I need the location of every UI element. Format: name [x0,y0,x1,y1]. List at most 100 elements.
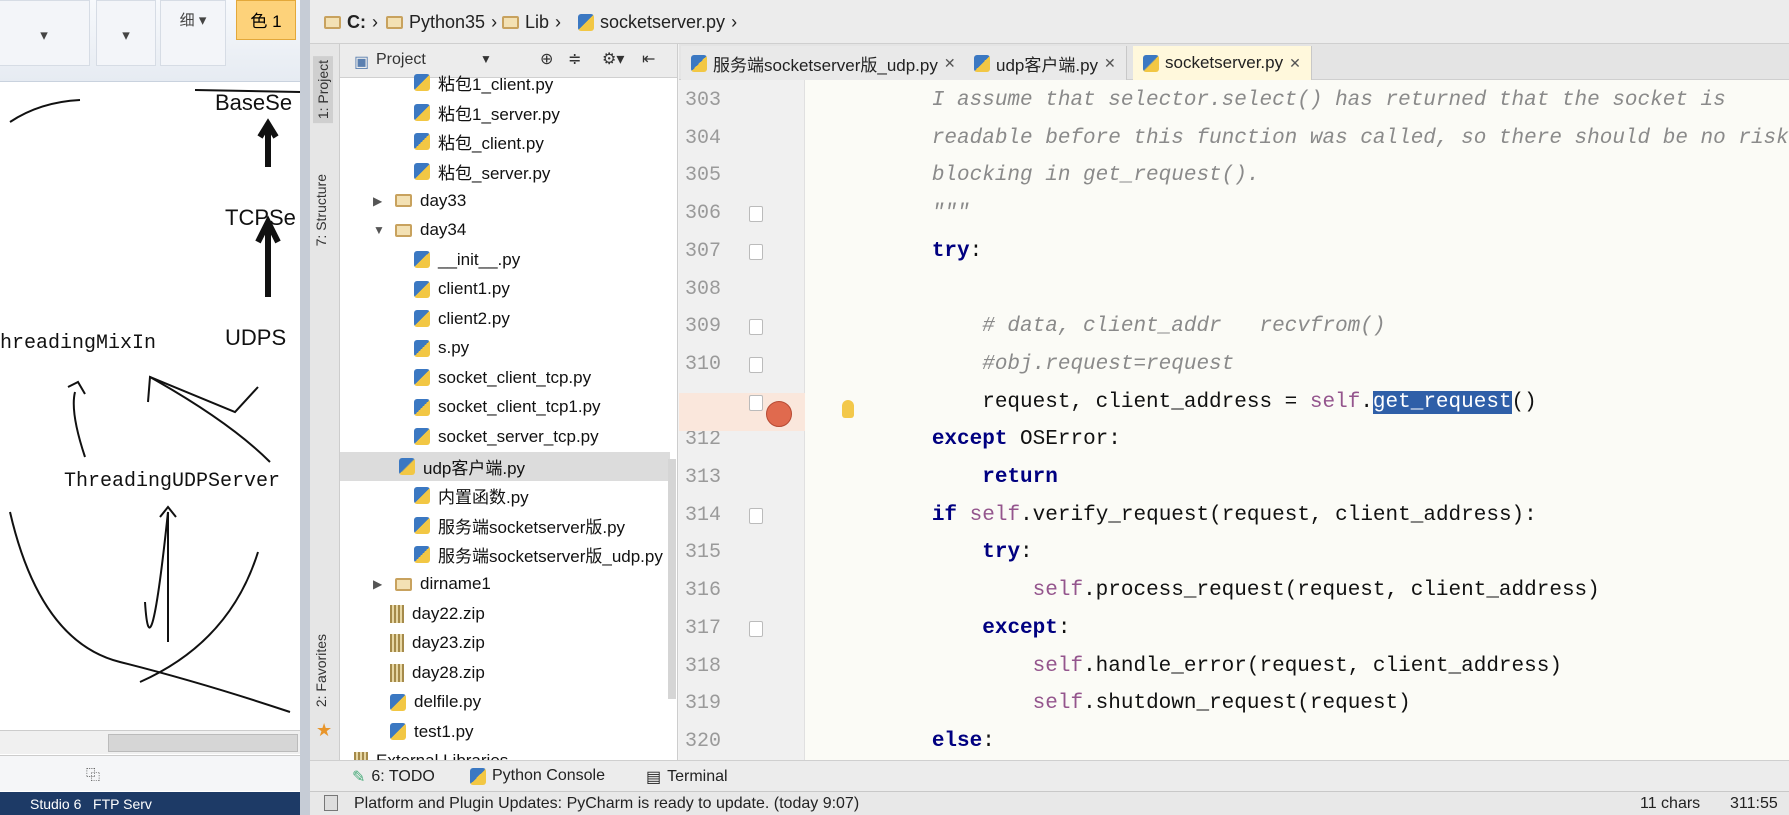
python-file-icon [414,546,430,563]
breakpoint-icon[interactable] [766,401,792,427]
chevron-right-icon[interactable]: ▶ [373,577,387,591]
code-line[interactable]: self.handle_error(request, client_addres… [805,648,1789,686]
code-line[interactable]: else: [805,723,1789,760]
tree-item[interactable]: 粘包1_server.py [414,98,560,127]
project-scrollbar[interactable] [668,459,676,699]
taskbar: Studio 6 FTP Serv [0,792,300,815]
project-view-selector[interactable]: Project [376,51,426,69]
tab-favorites-tool[interactable]: 2: Favorites [313,634,329,707]
status-toggle-icon[interactable] [324,795,338,811]
code-line[interactable]: self.shutdown_request(request) [805,685,1789,723]
code-line[interactable]: readable before this function was called… [805,120,1789,158]
code-editor[interactable]: I assume that selector.select() has retu… [805,80,1789,760]
todo-tool-button[interactable]: ✎ 6: TODO [352,767,435,787]
status-message[interactable]: Platform and Plugin Updates: PyCharm is … [354,795,859,813]
close-icon[interactable]: ✕ [1104,55,1116,72]
collapse-all-icon[interactable]: ≑ [568,49,581,69]
color1-button[interactable]: 色 1 [236,0,296,40]
tree-item[interactable]: s.py [414,334,469,363]
tree-item[interactable]: ▶ dirname1 [373,570,491,599]
breadcrumb-item[interactable]: C: › [324,12,378,33]
line-thickness-button[interactable]: 细 ▾ [160,0,226,66]
tree-item[interactable]: day22.zip [390,599,485,628]
line-number: 303 [685,89,722,112]
taskbar-item[interactable]: Studio 6 [30,796,81,812]
tree-item[interactable]: day23.zip [390,629,485,658]
close-icon[interactable]: ✕ [944,55,956,72]
code-line[interactable]: except OSError: [805,421,1789,459]
tab-socketserver[interactable]: socketserver.py ✕ [1133,46,1312,80]
tree-item[interactable]: 粘包_server.py [414,157,550,186]
code-line[interactable]: #obj.request=request [805,346,1789,384]
tree-item[interactable]: 服务端socketserver版_udp.py [414,540,663,569]
tree-item[interactable]: 粘包1_client.py [414,68,553,97]
tab-udp-client[interactable]: udp客户端.py ✕ [964,46,1127,80]
tree-item[interactable]: 服务端socketserver版.py [414,511,625,540]
code-line[interactable]: self.process_request(request, client_add… [805,572,1789,610]
terminal-button[interactable]: ▤ Terminal [646,767,728,787]
fold-marker-icon[interactable] [749,620,763,637]
code-line[interactable]: try: [805,233,1789,271]
tree-item[interactable]: udp客户端.py [340,451,670,481]
taskbar-item[interactable]: FTP Serv [93,796,152,812]
folder-icon [395,194,412,207]
tree-item[interactable]: ▼ day34 [373,216,466,245]
code-line[interactable]: I assume that selector.select() has retu… [805,82,1789,120]
tree-item[interactable]: __init__.py [414,245,520,274]
tree-item[interactable]: socket_client_tcp.py [414,363,591,392]
fold-marker-icon[interactable] [749,243,763,260]
tree-item[interactable]: test1.py [390,717,474,746]
tree-item[interactable]: client2.py [414,304,510,333]
dropdown-button[interactable]: ▾ [0,0,90,66]
fold-marker-icon[interactable] [749,356,763,373]
lightbulb-icon[interactable] [842,400,854,418]
breadcrumb-item[interactable]: Lib › [502,12,561,33]
hide-panel-icon[interactable]: ⇤ [642,49,655,69]
dropdown-button[interactable]: ▾ [96,0,156,66]
tree-item[interactable]: delfile.py [390,688,481,717]
code-line[interactable]: request, client_address = self.get_reque… [805,384,1789,422]
code-line[interactable]: if self.verify_request(request, client_a… [805,497,1789,535]
code-line[interactable]: try: [805,534,1789,572]
chevron-down-icon[interactable]: ▼ [480,52,492,66]
locate-icon[interactable]: ⊕ [540,49,553,69]
tree-item[interactable]: socket_server_tcp.py [414,422,599,451]
horizontal-scrollbar[interactable] [0,730,300,754]
fold-marker-icon[interactable] [749,319,763,336]
tree-item[interactable]: day28.zip [390,658,485,687]
tab-server-udp[interactable]: 服务端socketserver版_udp.py ✕ [681,46,967,80]
tab-structure-tool[interactable]: 7: Structure [313,174,329,246]
zip-file-icon [390,663,404,682]
tree-item[interactable]: ▶ day33 [373,186,466,215]
caret-position[interactable]: 311:55 [1730,795,1778,813]
tree-item[interactable]: socket_client_tcp1.py [414,393,601,422]
code-line[interactable] [805,271,1789,309]
tree-item[interactable]: client1.py [414,275,510,304]
fold-marker-icon[interactable] [749,507,763,524]
code-line[interactable]: # data, client_addr recvfrom() [805,308,1789,346]
fold-marker-icon[interactable] [749,394,763,411]
chevron-right-icon[interactable]: ▶ [373,194,387,208]
tab-project-tool[interactable]: 1: Project [313,56,333,124]
python-console-button[interactable]: Python Console [470,767,605,785]
tree-item[interactable]: External Libraries [354,747,508,760]
code-line[interactable]: return [805,459,1789,497]
python-file-icon [578,14,594,31]
gear-icon[interactable]: ⚙▾ [602,49,624,69]
tree-item[interactable]: 内置函数.py [414,481,529,510]
fold-marker-icon[interactable] [749,206,763,223]
line-number: 315 [685,541,722,565]
scrollbar-thumb[interactable] [108,734,298,752]
hand-drawn-arrows [9,89,300,713]
chevron-down-icon[interactable]: ▼ [373,223,387,237]
code-line[interactable]: except: [805,610,1789,648]
breadcrumb-item[interactable]: Python35 › [386,12,497,33]
window-divider [300,0,310,815]
drawing-statusbar: ⿻ [0,755,300,791]
python-file-icon [414,369,430,386]
tree-item[interactable]: 粘包_client.py [414,127,544,156]
code-line[interactable]: """ [805,195,1789,233]
code-line[interactable]: blocking in get_request(). [805,157,1789,195]
close-icon[interactable]: ✕ [1289,55,1301,72]
breadcrumb-item[interactable]: socketserver.py › [578,12,737,33]
